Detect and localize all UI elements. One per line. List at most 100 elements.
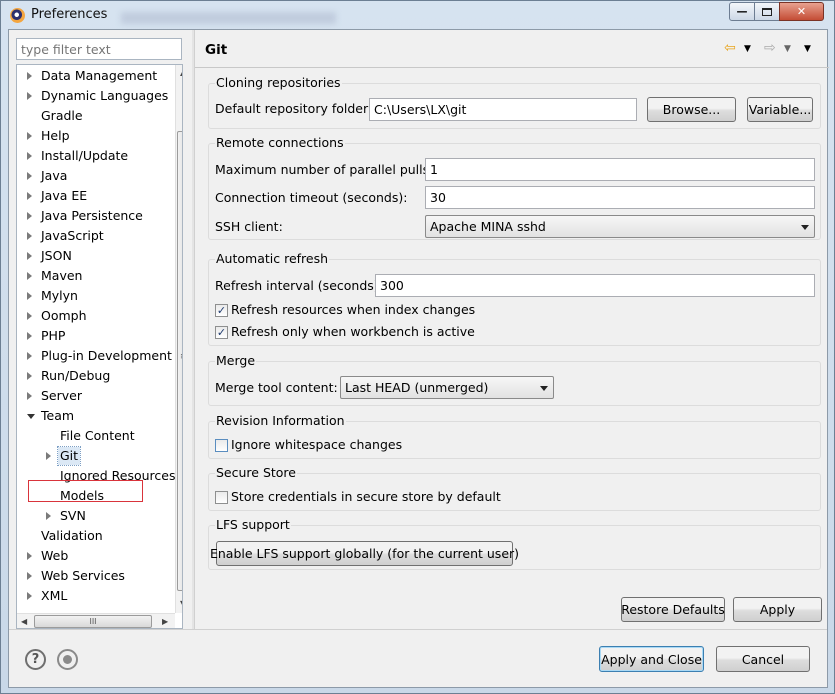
tree-vertical-scrollbar[interactable]: ▲ ≡ ▼ <box>175 65 182 613</box>
record-icon[interactable] <box>57 649 78 670</box>
revision-title: Revision Information <box>215 413 346 428</box>
repo-folder-field[interactable]: C:\Users\LX\git <box>369 98 637 121</box>
tree-horizontal-scrollbar[interactable]: ◀ III ▶ <box>17 613 175 628</box>
timeout-label: Connection timeout (seconds): <box>215 190 408 205</box>
cancel-button[interactable]: Cancel <box>716 646 810 672</box>
remote-group: Remote connections Maximum number of par… <box>208 135 821 240</box>
tree-item-label: Plug-in Development <box>41 348 172 363</box>
tree-item-label: SVN <box>60 508 86 523</box>
title-bar[interactable]: Preferences — ✕ <box>1 1 834 29</box>
collapsed-arrow-icon[interactable] <box>27 252 32 260</box>
lfs-title: LFS support <box>215 517 291 532</box>
horizontal-scroll-thumb[interactable]: III <box>34 615 152 628</box>
help-icon[interactable]: ? <box>25 649 46 670</box>
collapsed-arrow-icon[interactable] <box>27 212 32 220</box>
collapsed-arrow-icon[interactable] <box>27 352 32 360</box>
ignore-whitespace-label: Ignore whitespace changes <box>231 437 403 452</box>
collapsed-arrow-icon[interactable] <box>27 192 32 200</box>
tree-item-label: JavaScript <box>41 228 104 243</box>
enable-lfs-label: Enable LFS support globally (for the cur… <box>209 546 520 561</box>
refresh-on-index-label: Refresh resources when index changes <box>231 302 476 317</box>
collapsed-arrow-icon[interactable] <box>27 72 32 80</box>
secure-store-group: Secure Store Store credentials in secure… <box>208 465 821 511</box>
expanded-arrow-icon[interactable] <box>27 414 35 419</box>
remote-title: Remote connections <box>215 135 345 150</box>
scroll-down-icon[interactable]: ▼ <box>180 599 182 608</box>
preference-tree[interactable]: Data Management Dynamic Languages Gradle He… <box>16 64 183 629</box>
collapsed-arrow-icon[interactable] <box>27 272 32 280</box>
collapsed-arrow-icon[interactable] <box>46 512 51 520</box>
enable-lfs-button[interactable]: Enable LFS support globally (for the cur… <box>210 541 519 566</box>
maximize-button[interactable] <box>754 2 780 21</box>
collapsed-arrow-icon[interactable] <box>27 552 32 560</box>
refresh-on-active-checkbox[interactable]: ✓ <box>215 326 228 339</box>
ignore-whitespace-checkbox[interactable] <box>215 439 228 452</box>
eclipse-icon <box>10 8 25 23</box>
vertical-scroll-thumb[interactable]: ≡ <box>177 131 182 591</box>
tree-item-label: Maven <box>41 268 83 283</box>
collapsed-arrow-icon[interactable] <box>27 172 32 180</box>
filter-input[interactable] <box>16 38 182 60</box>
merge-tool-select[interactable]: Last HEAD (unmerged) <box>340 376 554 399</box>
secure-store-checkbox[interactable] <box>215 491 228 504</box>
page-title: Git <box>205 42 228 58</box>
parallel-pulls-label: Maximum number of parallel pulls: <box>215 162 434 177</box>
merge-tool-value: Last HEAD (unmerged) <box>345 380 489 395</box>
browse-label: Browse... <box>662 102 721 117</box>
ssh-client-select[interactable]: Apache MINA sshd <box>425 215 815 238</box>
apply-and-close-label: Apply and Close <box>601 651 702 667</box>
back-history-icon[interactable]: ▼ <box>744 44 751 54</box>
forward-history-icon[interactable]: ▼ <box>784 44 791 54</box>
refresh-on-active-label: Refresh only when workbench is active <box>231 324 475 339</box>
collapsed-arrow-icon[interactable] <box>27 132 32 140</box>
parallel-pulls-field[interactable]: 1 <box>425 158 815 181</box>
collapsed-arrow-icon[interactable] <box>27 572 32 580</box>
collapsed-arrow-icon[interactable] <box>27 232 32 240</box>
minimize-icon: — <box>736 5 748 18</box>
page-navigation: ⇦ ▼ ⇨ ▼ ▼ <box>724 40 824 60</box>
collapsed-arrow-icon[interactable] <box>27 372 32 380</box>
revision-group: Revision Information Ignore whitespace c… <box>208 413 821 459</box>
collapsed-arrow-icon[interactable] <box>27 592 32 600</box>
collapsed-arrow-icon[interactable] <box>27 92 32 100</box>
tree-item-label: Mylyn <box>41 288 78 303</box>
collapsed-arrow-icon[interactable] <box>27 292 32 300</box>
restore-defaults-button[interactable]: Restore Defaults <box>621 597 725 622</box>
tree-item-label: Server <box>41 388 82 403</box>
secure-store-title: Secure Store <box>215 465 297 480</box>
cloning-group: Cloning repositories Default repository … <box>208 75 821 129</box>
apply-and-close-button[interactable]: Apply and Close <box>599 646 704 672</box>
scroll-left-icon[interactable]: ◀ <box>21 617 27 626</box>
forward-arrow-icon[interactable]: ⇨ <box>764 40 776 56</box>
scroll-right-icon[interactable]: ▶ <box>162 617 168 626</box>
scroll-up-icon[interactable]: ▲ <box>180 68 182 77</box>
tree-item-label: Java <box>41 168 68 183</box>
collapsed-arrow-icon[interactable] <box>27 312 32 320</box>
tree-item-label: Git <box>56 446 82 466</box>
collapsed-arrow-icon[interactable] <box>27 152 32 160</box>
refresh-on-index-checkbox[interactable]: ✓ <box>215 304 228 317</box>
browse-button[interactable]: Browse... <box>647 97 736 122</box>
back-arrow-icon[interactable]: ⇦ <box>724 40 736 56</box>
timeout-field[interactable]: 30 <box>425 186 815 209</box>
refresh-interval-field[interactable]: 300 <box>375 274 815 297</box>
window-title: Preferences <box>31 7 108 22</box>
variables-button[interactable]: Variable... <box>747 97 813 122</box>
maximize-icon <box>762 7 772 16</box>
tree-item-label: Help <box>41 128 70 143</box>
refresh-interval-label: Refresh interval (seconds): <box>215 278 383 293</box>
title-separator <box>195 67 829 68</box>
view-menu-icon[interactable]: ▼ <box>804 44 811 54</box>
collapsed-arrow-icon[interactable] <box>27 332 32 340</box>
lfs-group: LFS support Enable LFS support globally … <box>208 517 821 570</box>
collapsed-arrow-icon[interactable] <box>46 452 51 460</box>
ssh-client-value: Apache MINA sshd <box>430 219 546 234</box>
apply-button[interactable]: Apply <box>733 597 822 622</box>
background-ghost-text <box>121 12 336 24</box>
tree-item-label: JSON <box>41 248 72 263</box>
close-button[interactable]: ✕ <box>779 2 824 21</box>
collapsed-arrow-icon[interactable] <box>27 392 32 400</box>
secure-store-label: Store credentials in secure store by def… <box>231 489 501 504</box>
pane-sash[interactable] <box>192 30 195 630</box>
minimize-button[interactable]: — <box>729 2 755 21</box>
